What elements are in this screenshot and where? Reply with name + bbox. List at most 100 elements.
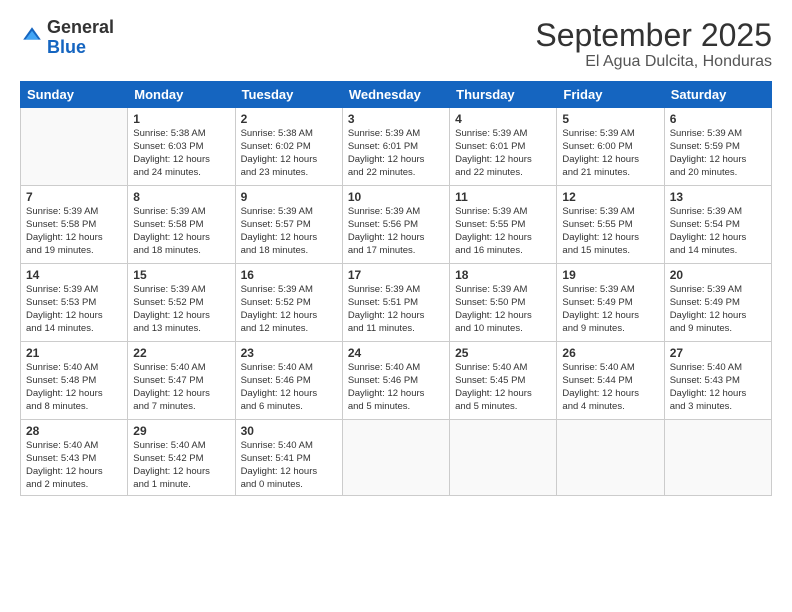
table-cell: 4Sunrise: 5:39 AM Sunset: 6:01 PM Daylig… bbox=[450, 108, 557, 186]
day-number: 15 bbox=[133, 268, 229, 282]
table-cell: 7 Sunrise: 5:39 AM Sunset: 5:58 PM Daylig… bbox=[21, 186, 128, 264]
logo-icon bbox=[20, 25, 43, 52]
day-number: 21 bbox=[26, 346, 122, 360]
table-cell: 22 Sunrise: 5:40 AM Sunset: 5:47 PM Dayli… bbox=[128, 342, 235, 420]
table-cell: 30 Sunrise: 5:40 AM Sunset: 5:41 PM Dayli… bbox=[235, 420, 342, 496]
table-cell: 19 Sunrise: 5:39 AM Sunset: 5:49 PM Dayli… bbox=[557, 264, 664, 342]
month-title: September 2025 bbox=[535, 18, 772, 53]
table-cell: 11Sunrise: 5:39 AM Sunset: 5:55 PM Dayli… bbox=[450, 186, 557, 264]
table-cell: 16Sunrise: 5:39 AM Sunset: 5:52 PM Dayli… bbox=[235, 264, 342, 342]
logo: General Blue bbox=[20, 18, 114, 58]
day-info: Sunrise: 5:40 AM Sunset: 5:46 PM Dayligh… bbox=[241, 362, 337, 413]
table-cell bbox=[21, 108, 128, 186]
day-info: Sunrise: 5:40 AM Sunset: 5:43 PM Dayligh… bbox=[26, 440, 122, 491]
day-number: 5 bbox=[562, 112, 658, 126]
table-cell: 26 Sunrise: 5:40 AM Sunset: 5:44 PM Dayli… bbox=[557, 342, 664, 420]
day-number: 19 bbox=[562, 268, 658, 282]
table-cell: 14 Sunrise: 5:39 AM Sunset: 5:53 PM Dayli… bbox=[21, 264, 128, 342]
day-number: 8 bbox=[133, 190, 229, 204]
day-info: Sunrise: 5:40 AM Sunset: 5:47 PM Dayligh… bbox=[133, 362, 229, 413]
table-cell: 21 Sunrise: 5:40 AM Sunset: 5:48 PM Dayli… bbox=[21, 342, 128, 420]
day-number: 27 bbox=[670, 346, 766, 360]
day-info: Sunrise: 5:39 AM Sunset: 5:53 PM Dayligh… bbox=[26, 284, 122, 335]
table-cell: 23 Sunrise: 5:40 AM Sunset: 5:46 PM Dayli… bbox=[235, 342, 342, 420]
day-info: Sunrise: 5:39 AM Sunset: 5:54 PM Dayligh… bbox=[670, 206, 766, 257]
day-info: Sunrise: 5:39 AM Sunset: 5:49 PM Dayligh… bbox=[670, 284, 766, 335]
day-info: Sunrise: 5:39 AM Sunset: 5:58 PM Dayligh… bbox=[26, 206, 122, 257]
day-info: Sunrise: 5:40 AM Sunset: 5:45 PM Dayligh… bbox=[455, 362, 551, 413]
day-number: 3 bbox=[348, 112, 444, 126]
table-cell: 6Sunrise: 5:39 AM Sunset: 5:59 PM Daylig… bbox=[664, 108, 771, 186]
table-cell bbox=[342, 420, 449, 496]
day-info: Sunrise: 5:40 AM Sunset: 5:42 PM Dayligh… bbox=[133, 440, 229, 491]
table-cell: 18 Sunrise: 5:39 AM Sunset: 5:50 PM Dayli… bbox=[450, 264, 557, 342]
day-info: Sunrise: 5:39 AM Sunset: 6:00 PM Dayligh… bbox=[562, 128, 658, 179]
day-number: 26 bbox=[562, 346, 658, 360]
day-number: 23 bbox=[241, 346, 337, 360]
day-info: Sunrise: 5:39 AM Sunset: 5:59 PM Dayligh… bbox=[670, 128, 766, 179]
day-number: 14 bbox=[26, 268, 122, 282]
day-info: Sunrise: 5:40 AM Sunset: 5:48 PM Dayligh… bbox=[26, 362, 122, 413]
day-info: Sunrise: 5:39 AM Sunset: 5:55 PM Dayligh… bbox=[562, 206, 658, 257]
table-cell: 15 Sunrise: 5:39 AM Sunset: 5:52 PM Dayli… bbox=[128, 264, 235, 342]
table-cell: 28 Sunrise: 5:40 AM Sunset: 5:43 PM Dayli… bbox=[21, 420, 128, 496]
col-saturday: Saturday bbox=[664, 82, 771, 108]
day-info: Sunrise: 5:39 AM Sunset: 5:56 PM Dayligh… bbox=[348, 206, 444, 257]
table-row: 1Sunrise: 5:38 AM Sunset: 6:03 PM Daylig… bbox=[21, 108, 772, 186]
table-cell: 8 Sunrise: 5:39 AM Sunset: 5:58 PM Daylig… bbox=[128, 186, 235, 264]
day-number: 9 bbox=[241, 190, 337, 204]
day-number: 28 bbox=[26, 424, 122, 438]
day-info: Sunrise: 5:40 AM Sunset: 5:41 PM Dayligh… bbox=[241, 440, 337, 491]
day-info: Sunrise: 5:39 AM Sunset: 5:49 PM Dayligh… bbox=[562, 284, 658, 335]
table-cell: 1Sunrise: 5:38 AM Sunset: 6:03 PM Daylig… bbox=[128, 108, 235, 186]
table-cell bbox=[664, 420, 771, 496]
day-number: 29 bbox=[133, 424, 229, 438]
day-info: Sunrise: 5:40 AM Sunset: 5:43 PM Dayligh… bbox=[670, 362, 766, 413]
day-number: 10 bbox=[348, 190, 444, 204]
table-cell: 3 Sunrise: 5:39 AM Sunset: 6:01 PM Daylig… bbox=[342, 108, 449, 186]
calendar-table: Sunday Monday Tuesday Wednesday Thursday… bbox=[20, 81, 772, 496]
day-info: Sunrise: 5:38 AM Sunset: 6:02 PM Dayligh… bbox=[241, 128, 337, 179]
table-row: 28 Sunrise: 5:40 AM Sunset: 5:43 PM Dayli… bbox=[21, 420, 772, 496]
table-cell: 24 Sunrise: 5:40 AM Sunset: 5:46 PM Dayli… bbox=[342, 342, 449, 420]
col-friday: Friday bbox=[557, 82, 664, 108]
title-block: September 2025 El Agua Dulcita, Honduras bbox=[535, 18, 772, 71]
day-number: 17 bbox=[348, 268, 444, 282]
table-cell: 17 Sunrise: 5:39 AM Sunset: 5:51 PM Dayli… bbox=[342, 264, 449, 342]
table-row: 21 Sunrise: 5:40 AM Sunset: 5:48 PM Dayli… bbox=[21, 342, 772, 420]
day-number: 1 bbox=[133, 112, 229, 126]
col-tuesday: Tuesday bbox=[235, 82, 342, 108]
table-cell: 12 Sunrise: 5:39 AM Sunset: 5:55 PM Dayli… bbox=[557, 186, 664, 264]
day-info: Sunrise: 5:39 AM Sunset: 5:58 PM Dayligh… bbox=[133, 206, 229, 257]
table-cell: 13 Sunrise: 5:39 AM Sunset: 5:54 PM Dayli… bbox=[664, 186, 771, 264]
table-cell: 29 Sunrise: 5:40 AM Sunset: 5:42 PM Dayli… bbox=[128, 420, 235, 496]
table-cell bbox=[557, 420, 664, 496]
day-info: Sunrise: 5:39 AM Sunset: 5:51 PM Dayligh… bbox=[348, 284, 444, 335]
day-number: 22 bbox=[133, 346, 229, 360]
day-info: Sunrise: 5:39 AM Sunset: 5:50 PM Dayligh… bbox=[455, 284, 551, 335]
day-number: 24 bbox=[348, 346, 444, 360]
day-info: Sunrise: 5:39 AM Sunset: 5:52 PM Dayligh… bbox=[241, 284, 337, 335]
day-number: 30 bbox=[241, 424, 337, 438]
day-number: 7 bbox=[26, 190, 122, 204]
page: General Blue September 2025 El Agua Dulc… bbox=[0, 0, 792, 612]
header: General Blue September 2025 El Agua Dulc… bbox=[20, 18, 772, 71]
day-number: 13 bbox=[670, 190, 766, 204]
header-row: Sunday Monday Tuesday Wednesday Thursday… bbox=[21, 82, 772, 108]
table-cell: 10 Sunrise: 5:39 AM Sunset: 5:56 PM Dayli… bbox=[342, 186, 449, 264]
day-info: Sunrise: 5:39 AM Sunset: 5:52 PM Dayligh… bbox=[133, 284, 229, 335]
day-number: 12 bbox=[562, 190, 658, 204]
col-wednesday: Wednesday bbox=[342, 82, 449, 108]
col-sunday: Sunday bbox=[21, 82, 128, 108]
day-info: Sunrise: 5:40 AM Sunset: 5:44 PM Dayligh… bbox=[562, 362, 658, 413]
day-number: 25 bbox=[455, 346, 551, 360]
day-info: Sunrise: 5:40 AM Sunset: 5:46 PM Dayligh… bbox=[348, 362, 444, 413]
table-cell bbox=[450, 420, 557, 496]
day-number: 18 bbox=[455, 268, 551, 282]
day-number: 11 bbox=[455, 190, 551, 204]
location-subtitle: El Agua Dulcita, Honduras bbox=[535, 53, 772, 71]
day-info: Sunrise: 5:39 AM Sunset: 6:01 PM Dayligh… bbox=[455, 128, 551, 179]
day-info: Sunrise: 5:39 AM Sunset: 6:01 PM Dayligh… bbox=[348, 128, 444, 179]
calendar-header: Sunday Monday Tuesday Wednesday Thursday… bbox=[21, 82, 772, 108]
day-number: 2 bbox=[241, 112, 337, 126]
